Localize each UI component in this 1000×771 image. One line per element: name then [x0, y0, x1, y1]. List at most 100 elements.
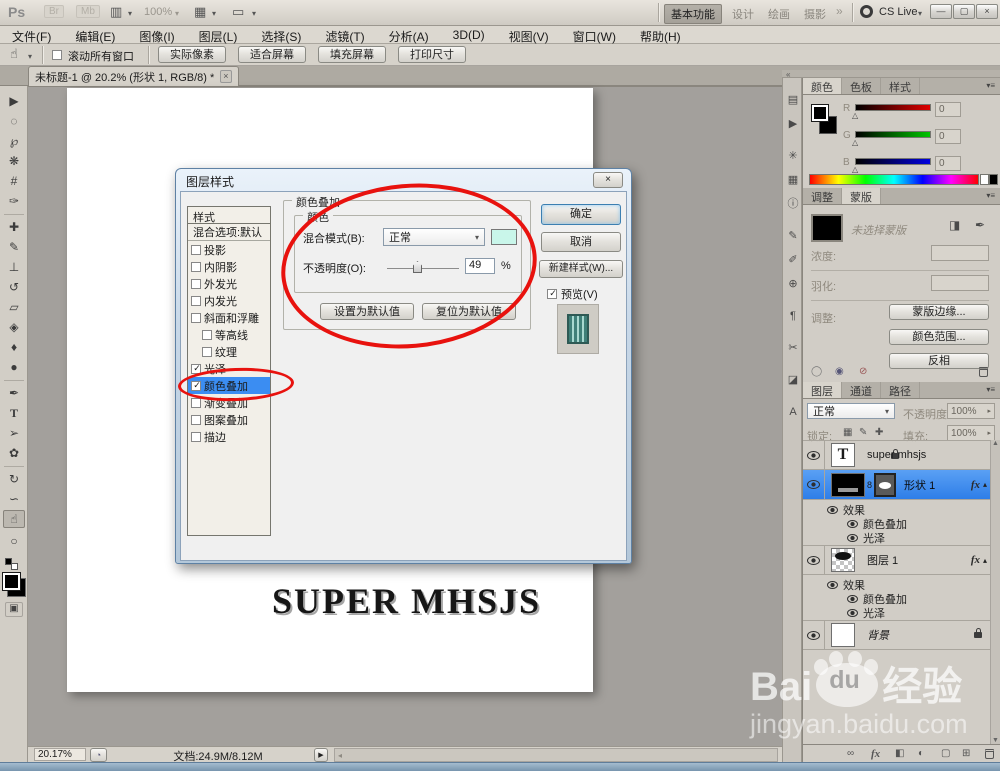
layer-row-background[interactable]: 背景 — [803, 620, 990, 650]
brush-tool[interactable]: ✎ — [3, 238, 25, 256]
cancel-button[interactable]: 取消 — [541, 232, 621, 252]
menu-filter[interactable]: 滤镜(T) — [325, 28, 364, 44]
menu-edit[interactable]: 编辑(E) — [75, 28, 115, 44]
checkbox[interactable] — [191, 312, 201, 323]
green-slider-thumb[interactable]: △ — [852, 139, 858, 147]
mask-load-selection-icon[interactable]: ◯ — [811, 366, 822, 377]
eye-cell[interactable] — [803, 546, 825, 574]
menu-help[interactable]: 帮助(H) — [640, 28, 681, 44]
checkbox[interactable] — [202, 346, 212, 357]
cs-live-label[interactable]: CS Live — [879, 6, 918, 18]
quick-selection-tool[interactable]: ❋ — [3, 152, 25, 170]
blue-slider-thumb[interactable]: △ — [852, 166, 858, 174]
panel-menu-icon[interactable]: ▾≡ — [981, 382, 1000, 398]
scroll-left-icon[interactable]: ◂ — [338, 751, 342, 760]
checkbox[interactable] — [202, 329, 212, 340]
crop-tool[interactable]: # — [3, 172, 25, 190]
menu-file[interactable]: 文件(F) — [12, 28, 51, 44]
history-brush-tool[interactable]: ↺ — [3, 278, 25, 296]
tab-masks[interactable]: 蒙版 — [842, 188, 881, 204]
styles-item-texture[interactable]: 纹理 — [188, 343, 270, 360]
styles-item-stroke[interactable]: 描边 — [188, 428, 270, 445]
tab-styles[interactable]: 样式 — [881, 78, 920, 94]
quick-mask-icon[interactable]: ▣ — [5, 602, 23, 617]
tab-adjustments[interactable]: 调整 — [803, 188, 842, 204]
visibility-eye-icon[interactable] — [827, 506, 838, 514]
close-button[interactable]: × — [976, 4, 998, 19]
vector-mask-thumbnail[interactable] — [874, 472, 897, 497]
tool-preset-arrow[interactable]: ▾ — [28, 52, 32, 61]
spectrum-black-swatch[interactable] — [989, 174, 998, 185]
delete-layer-icon[interactable] — [985, 749, 994, 759]
workspace-design[interactable]: 设计 — [726, 5, 760, 23]
clone-stamp-tool[interactable]: ⊥ — [3, 258, 25, 276]
tab-channels[interactable]: 通道 — [842, 382, 881, 398]
visibility-eye-icon[interactable] — [807, 480, 820, 489]
zoom-dropdown-arrow[interactable]: ▾ — [175, 9, 179, 18]
new-adjustment-layer-icon[interactable]: ◐ — [918, 748, 924, 759]
tab-layers[interactable]: 图层 — [803, 382, 842, 398]
minimize-button[interactable]: — — [930, 4, 952, 19]
spinner-icon[interactable]: ▸ — [987, 429, 991, 437]
actions-panel-icon[interactable]: ▶ — [785, 116, 801, 132]
checkbox[interactable] — [191, 431, 201, 442]
status-play-icon[interactable]: ▶ — [314, 748, 328, 762]
orbit-3d-tool[interactable]: ∽ — [3, 490, 25, 508]
visibility-eye-icon[interactable] — [847, 534, 858, 542]
checkbox[interactable] — [191, 278, 201, 289]
tab-swatches[interactable]: 色板 — [842, 78, 881, 94]
red-slider[interactable] — [855, 104, 931, 111]
character-panel-icon[interactable]: A — [785, 404, 801, 420]
menu-analysis[interactable]: 分析(A) — [389, 28, 429, 44]
history-panel-icon[interactable]: ▤ — [785, 92, 801, 108]
new-layer-icon[interactable]: ⊞ — [962, 748, 970, 759]
panel-foreground-swatch[interactable] — [811, 104, 829, 122]
styles-item-inner-glow[interactable]: 内发光 — [188, 292, 270, 309]
checkbox[interactable] — [191, 414, 201, 425]
eye-cell[interactable] — [803, 621, 825, 649]
adjust-wheel-panel-icon[interactable]: ✳ — [785, 148, 801, 164]
visibility-eye-icon[interactable] — [827, 581, 838, 589]
styles-item-inner-shadow[interactable]: 内阴影 — [188, 258, 270, 275]
spectrum-white-swatch[interactable] — [980, 174, 989, 185]
add-layer-mask-icon[interactable]: ◧ — [895, 748, 904, 759]
layout-icon[interactable]: ▥ — [110, 4, 122, 20]
lock-position-icon[interactable]: ✚ — [875, 427, 883, 438]
masks-panel-icon[interactable]: ◪ — [785, 372, 801, 388]
layers-opacity-field[interactable]: 100% ▸ — [947, 403, 995, 419]
checkbox[interactable] — [191, 244, 201, 255]
info-panel-icon[interactable]: ⓘ — [785, 196, 801, 212]
menu-window[interactable]: 窗口(W) — [573, 28, 616, 44]
hand-tool[interactable]: ☝ — [3, 510, 25, 528]
layer-name[interactable]: 背景 — [867, 627, 889, 643]
print-size-button[interactable]: 打印尺寸 — [398, 46, 466, 63]
checkbox[interactable] — [191, 295, 201, 306]
dock-collapse-bar[interactable]: « — [782, 70, 1000, 79]
layer-mask-link-icon[interactable]: 8 — [867, 480, 872, 490]
paragraph-panel-icon[interactable]: ¶ — [785, 308, 801, 324]
cs-live-arrow[interactable]: ▾ — [918, 9, 922, 18]
visibility-eye-icon[interactable] — [807, 630, 820, 640]
mask-edge-button[interactable]: 蒙版边缘... — [889, 304, 989, 320]
clone-source-panel-icon[interactable]: ⊕ — [785, 276, 801, 292]
workspace-painting[interactable]: 绘画 — [762, 5, 796, 23]
layer-row-shape-selected[interactable]: 8 形状 1 fx ▴ — [803, 470, 990, 500]
scroll-all-windows-checkbox[interactable] — [52, 50, 62, 60]
screen-mode-icon[interactable]: ▭ — [232, 4, 244, 20]
layout-dropdown-arrow[interactable]: ▾ — [128, 9, 132, 18]
type-tool[interactable]: T — [3, 404, 25, 422]
view-extras-arrow[interactable]: ▾ — [212, 9, 216, 18]
hand-tool-icon[interactable]: ☝ — [10, 46, 18, 62]
density-field[interactable] — [931, 245, 989, 261]
annotations-panel-icon[interactable]: ✂ — [785, 340, 801, 356]
document-tab-close-icon[interactable]: × — [220, 70, 232, 83]
add-pixel-mask-icon[interactable]: ◨ — [949, 218, 960, 232]
scroll-up-icon[interactable]: ▲ — [992, 440, 999, 447]
checkbox[interactable] — [191, 397, 201, 408]
actual-pixels-button[interactable]: 实际像素 — [158, 46, 226, 63]
menu-select[interactable]: 选择(S) — [261, 28, 301, 44]
red-slider-thumb[interactable]: △ — [852, 112, 858, 120]
fx-badge[interactable]: fx — [971, 554, 980, 566]
fill-field[interactable]: 100% ▸ — [947, 425, 995, 441]
path-selection-tool[interactable]: ➢ — [3, 424, 25, 442]
